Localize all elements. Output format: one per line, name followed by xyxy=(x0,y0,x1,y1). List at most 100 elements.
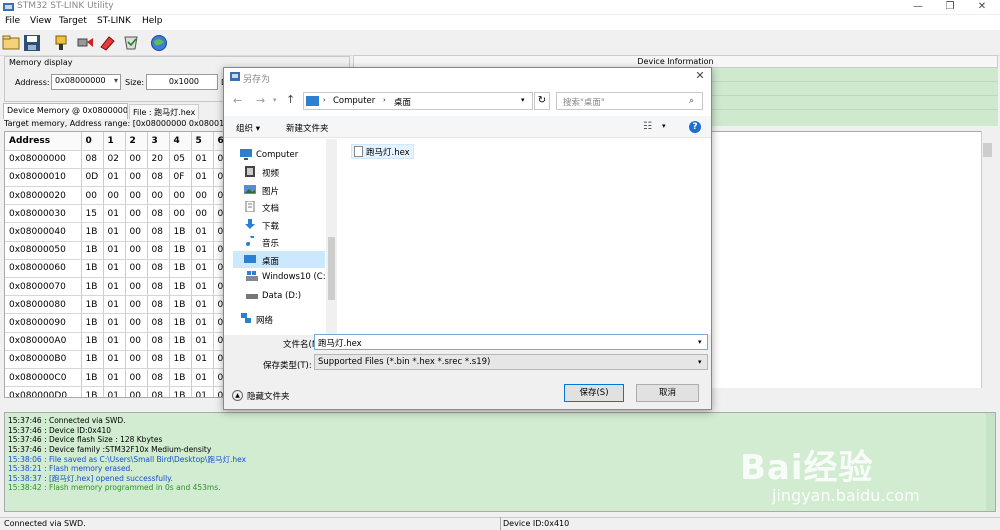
nav-item-computer[interactable]: Computer xyxy=(256,150,298,160)
byte-cell: 1B xyxy=(169,295,192,315)
up-arrow-icon[interactable]: ↑ xyxy=(286,93,295,106)
log-scrollbar[interactable] xyxy=(986,413,995,511)
byte-cell: 08 xyxy=(81,150,104,169)
view-options-icon[interactable]: ☷ xyxy=(643,121,652,132)
file-type-label: 保存类型(T): xyxy=(263,361,312,371)
byte-cell: 00 xyxy=(125,386,148,397)
video-icon xyxy=(245,166,255,177)
address-cell: 0x080000C0 xyxy=(5,368,82,388)
byte-cell: 01 xyxy=(191,222,214,242)
download-icon xyxy=(245,219,255,229)
maximize-button[interactable]: ❐ xyxy=(936,0,964,14)
nav-item-network[interactable]: 网络 xyxy=(256,314,273,326)
address-combo[interactable]: 0x08000000 ▾ xyxy=(51,74,121,90)
cancel-button[interactable]: 取消 xyxy=(636,384,699,402)
address-label: Address: xyxy=(15,78,50,87)
nav-item-pictures[interactable]: 图片 xyxy=(262,185,279,197)
globe-icon[interactable] xyxy=(150,34,168,52)
byte-cell: 08 xyxy=(147,295,170,315)
status-separator xyxy=(500,517,501,530)
forward-arrow-icon[interactable]: → xyxy=(256,94,265,107)
chevron-up-icon[interactable]: ▲ xyxy=(232,390,243,401)
breadcrumb-desktop[interactable]: 桌面 xyxy=(394,96,411,108)
program-icon[interactable] xyxy=(122,34,140,52)
nav-item-videos[interactable]: 视频 xyxy=(262,167,279,179)
tab-device-memory[interactable]: Device Memory @ 0x08000000 : xyxy=(3,103,128,119)
tab-file[interactable]: File : 跑马灯.hex xyxy=(129,104,199,119)
nav-item-downloads[interactable]: 下载 xyxy=(262,220,279,232)
nav-item-documents[interactable]: 文档 xyxy=(262,202,279,214)
chevron-down-icon[interactable]: ▾ xyxy=(662,122,666,130)
menu-target[interactable]: Target xyxy=(59,16,87,26)
refresh-icon[interactable]: ↻ xyxy=(534,92,550,110)
file-type-select[interactable]: Supported Files (*.bin *.hex *.srec *.s1… xyxy=(314,354,708,370)
open-file-icon[interactable] xyxy=(2,34,20,52)
table-row: 0x08000060 1B 01 00 08 1B 01 0 xyxy=(5,259,236,279)
nav-item-desktop[interactable]: 桌面 xyxy=(262,255,279,267)
menu-stlink[interactable]: ST-LINK xyxy=(97,16,131,26)
address-cell: 0x08000070 xyxy=(5,277,82,297)
byte-cell: 01 xyxy=(191,350,214,369)
hide-folders-toggle[interactable]: 隐藏文件夹 xyxy=(247,390,290,402)
watermark-url: jingyan.baidu.com xyxy=(772,486,920,505)
address-value: 0x08000000 xyxy=(55,76,106,85)
byte-cell: 00 xyxy=(125,204,148,224)
byte-cell: 01 xyxy=(103,168,126,188)
organize-button[interactable]: 组织 ▾ xyxy=(236,122,260,134)
byte-cell: 00 xyxy=(103,186,126,206)
byte-cell: 0D xyxy=(81,168,104,188)
recent-dropdown-icon[interactable]: ▾ xyxy=(273,96,277,104)
byte-cell: 08 xyxy=(147,204,170,224)
nav-item-drive-d[interactable]: Data (D:) xyxy=(262,291,301,301)
nav-item-drive-c[interactable]: Windows10 (C: xyxy=(262,272,326,282)
new-folder-button[interactable]: 新建文件夹 xyxy=(286,122,329,134)
menu-view[interactable]: View xyxy=(30,16,51,26)
window-title: STM32 ST-LINK Utility xyxy=(17,1,114,11)
menu-help[interactable]: Help xyxy=(142,16,163,26)
connect-icon[interactable] xyxy=(52,34,70,52)
disconnect-icon[interactable] xyxy=(76,34,94,52)
back-arrow-icon[interactable]: ← xyxy=(233,94,242,107)
network-icon xyxy=(241,313,251,323)
table-row: 0x08000090 1B 01 00 08 1B 01 0 xyxy=(5,313,236,333)
erase-icon[interactable] xyxy=(98,34,116,52)
breadcrumb-computer[interactable]: Computer xyxy=(333,96,375,106)
chevron-right-icon[interactable]: › xyxy=(323,96,326,104)
close-icon[interactable]: ✕ xyxy=(692,69,708,83)
table-horizontal-scrollbar[interactable] xyxy=(711,388,994,398)
size-input[interactable]: 0x1000 xyxy=(146,74,218,90)
help-icon[interactable]: ? xyxy=(689,121,701,133)
byte-cell: 1B xyxy=(169,277,192,297)
close-window-button[interactable]: ✕ xyxy=(968,0,996,14)
byte-cell: 1B xyxy=(81,277,104,297)
address-cell: 0x08000090 xyxy=(5,313,82,333)
chevron-down-icon[interactable]: ▾ xyxy=(698,338,702,346)
address-range-text: Target memory, Address range: [0x0800000… xyxy=(4,119,243,128)
size-label: Size: xyxy=(125,78,145,87)
minimize-button[interactable]: — xyxy=(904,0,932,14)
nav-scroll-thumb[interactable] xyxy=(328,237,335,300)
byte-cell: 01 xyxy=(191,313,214,333)
log-line: 15:37:46 : Device family :STM32F10x Medi… xyxy=(8,444,212,454)
menu-file[interactable]: File xyxy=(5,16,20,26)
table-vertical-scrollbar[interactable] xyxy=(981,131,994,398)
table-scroll-thumb[interactable] xyxy=(983,143,992,157)
save-file-icon[interactable] xyxy=(23,34,41,52)
address-cell: 0x080000B0 xyxy=(5,350,82,369)
file-name-input[interactable]: 跑马灯.hex xyxy=(314,334,708,350)
save-button[interactable]: 保存(S) xyxy=(564,384,624,402)
log-line: 15:38:21 : Flash memory erased. xyxy=(8,463,133,473)
search-input[interactable]: 搜索"桌面" xyxy=(556,92,703,110)
chevron-down-icon[interactable]: ▾ xyxy=(521,96,525,104)
nav-item-music[interactable]: 音乐 xyxy=(262,237,279,249)
table-row: 0x08000020 00 00 00 00 00 00 0 xyxy=(5,186,236,206)
table-row: 0x080000B0 1B 01 00 08 1B 01 0 xyxy=(5,350,236,369)
byte-cell: 1B xyxy=(169,332,192,351)
documents-icon xyxy=(245,201,255,212)
drive-icon xyxy=(246,294,258,299)
address-cell: 0x08000080 xyxy=(5,295,82,315)
chevron-down-icon[interactable]: ▾ xyxy=(698,358,702,366)
byte-cell: 1B xyxy=(169,386,192,397)
table-row: 0x080000A0 1B 01 00 08 1B 01 0 xyxy=(5,332,236,351)
chevron-right-icon[interactable]: › xyxy=(383,96,386,104)
